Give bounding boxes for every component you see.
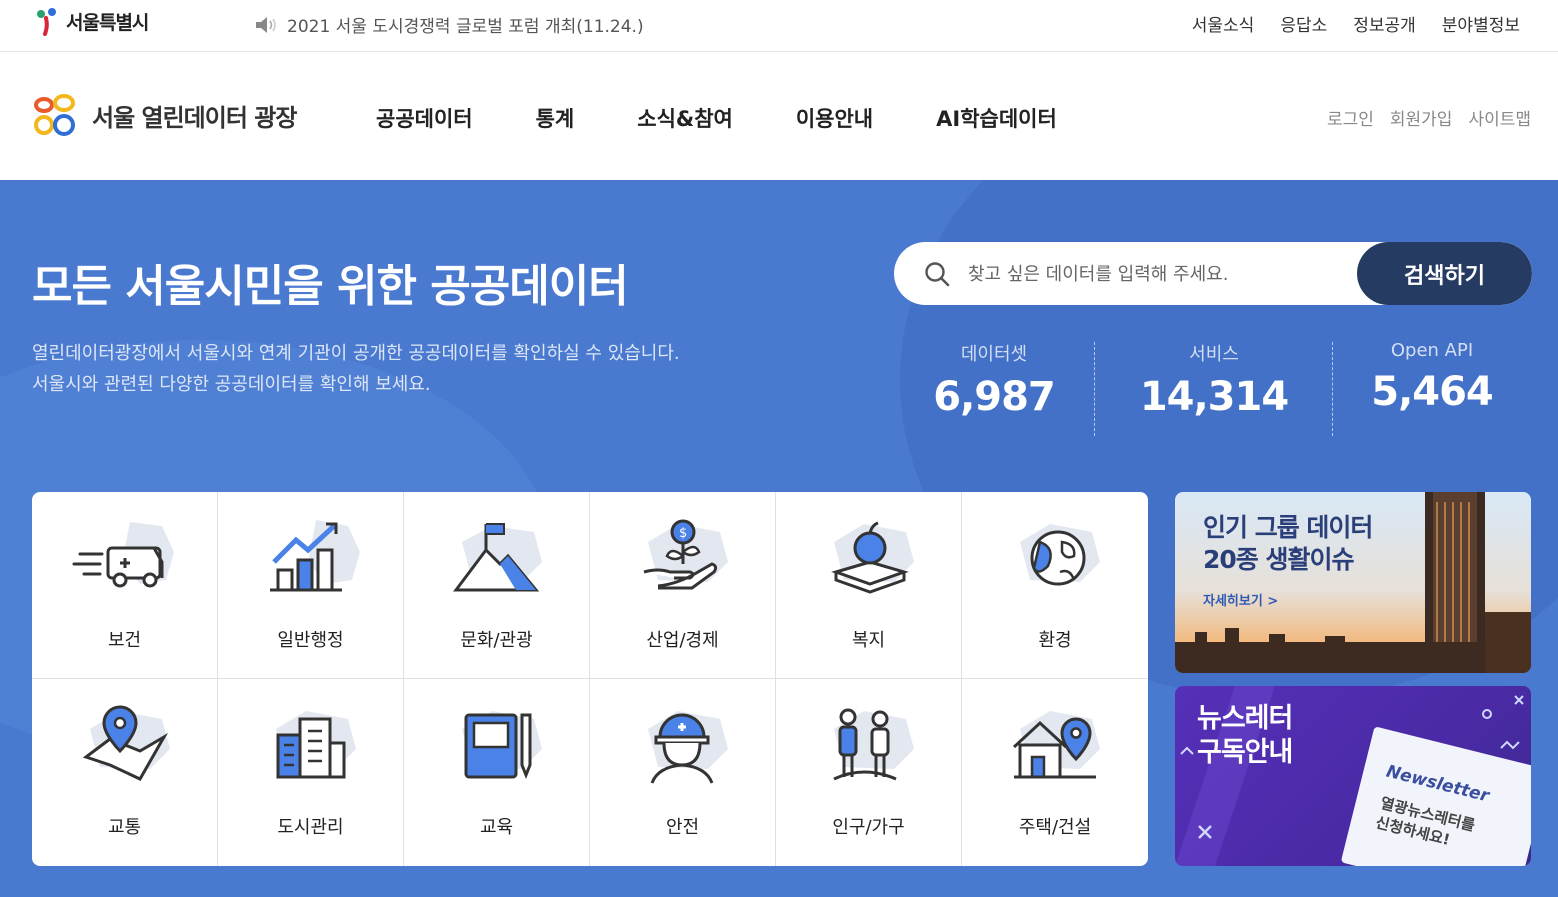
stat-value: 6,987: [933, 374, 1056, 420]
category-education[interactable]: 교육: [404, 679, 590, 866]
popular-data-banner[interactable]: 인기 그룹 데이터 20종 생활이슈 자세히보기 >: [1175, 492, 1531, 673]
hero-description: 열린데이터광장에서 서울시와 연계 기관이 공개한 공공데이터를 확인하실 수 …: [32, 338, 680, 400]
stat-divider: [1332, 342, 1333, 436]
mountain-flag-icon: [452, 523, 542, 592]
search-icon: [925, 262, 950, 287]
helmet-icon: [647, 711, 728, 784]
category-label: 안전: [665, 817, 700, 838]
map-pin-icon: [82, 705, 170, 781]
category-urban-management[interactable]: 도시관리: [218, 679, 404, 866]
sitemap-link[interactable]: 사이트맵: [1468, 105, 1531, 130]
house-pin-icon: [1012, 711, 1100, 779]
newsletter-banner[interactable]: 뉴스레터 구독안내 Newsletter 열광뉴스레터를 신청하세요!: [1175, 686, 1531, 866]
notebook-icon: [461, 711, 542, 780]
popular-title-line-2: 20종 생활이슈: [1203, 545, 1355, 574]
popular-banner-title: 인기 그룹 데이터 20종 생활이슈: [1203, 512, 1373, 576]
hero-desc-line-1: 열린데이터광장에서 서울시와 연계 기관이 공개한 공공데이터를 확인하실 수 …: [32, 343, 680, 364]
nav-ai-data[interactable]: AI학습데이터: [936, 103, 1057, 133]
hero-section: 모든 서울시민을 위한 공공데이터 열린데이터광장에서 서울시와 연계 기관이 …: [0, 180, 1558, 897]
category-label: 일반행정: [277, 630, 344, 651]
stat-datasets[interactable]: 데이터셋 6,987: [914, 340, 1074, 420]
stat-label: 데이터셋: [960, 344, 1028, 365]
category-grid: 보건 일반행정 문화/관광 $ 산업/경제 복지 환경 교통 도시관리 교육 안…: [32, 492, 1148, 866]
globe-leaf-icon: [1020, 524, 1100, 586]
category-label: 교통: [107, 817, 142, 838]
open-data-logo-icon: [34, 94, 75, 136]
hero-title: 모든 서울시민을 위한 공공데이터: [32, 261, 629, 312]
top-link-news[interactable]: 서울소식: [1192, 11, 1255, 36]
category-population[interactable]: 인구/가구: [776, 679, 962, 866]
svg-text:$: $: [679, 526, 687, 541]
search-button[interactable]: 검색하기: [1357, 242, 1532, 305]
category-label: 보건: [107, 630, 142, 651]
category-label: 인구/가구: [832, 817, 905, 838]
category-housing[interactable]: 주택/건설: [962, 679, 1148, 866]
newsletter-banner-title: 뉴스레터 구독안내: [1197, 702, 1293, 770]
category-industry-economy[interactable]: $ 산업/경제: [590, 492, 776, 679]
stat-divider: [1094, 342, 1095, 436]
stat-label: 서비스: [1189, 344, 1239, 365]
category-label: 문화/관광: [460, 630, 533, 651]
seoul-city-logo[interactable]: 서울특별시: [32, 6, 149, 36]
top-bar: 서울특별시 2021 서울 도시경쟁력 글로벌 포럼 개최(11.24.) 서울…: [0, 0, 1558, 52]
category-label: 환경: [1038, 630, 1072, 651]
nav-statistics[interactable]: 통계: [536, 103, 575, 133]
nav-public-data[interactable]: 공공데이터: [376, 103, 473, 133]
stat-label: Open API: [1390, 340, 1474, 361]
top-link-eungdapso[interactable]: 응답소: [1280, 11, 1327, 36]
notice-ticker[interactable]: 2021 서울 도시경쟁력 글로벌 포럼 개최(11.24.): [255, 12, 644, 37]
category-label: 도시관리: [277, 817, 344, 838]
newsletter-title-line-2: 구독안내: [1197, 737, 1293, 768]
brand-logo[interactable]: 서울 열린데이터 광장: [32, 91, 297, 139]
category-health[interactable]: 보건: [32, 492, 218, 679]
login-link[interactable]: 로그인: [1327, 105, 1374, 130]
popular-more-link[interactable]: 자세히보기 >: [1203, 590, 1278, 609]
top-link-fields[interactable]: 분야별정보: [1442, 11, 1520, 36]
main-header: 서울 열린데이터 광장 공공데이터 통계 소식&참여 이용안내 AI학습데이터 …: [0, 53, 1558, 180]
nav-guide[interactable]: 이용안내: [796, 103, 873, 133]
newsletter-title-line-1: 뉴스레터: [1197, 703, 1293, 734]
category-environment[interactable]: 환경: [962, 492, 1148, 679]
category-label: 산업/경제: [646, 630, 719, 651]
search-input[interactable]: 찾고 싶은 데이터를 입력해 주세요.: [968, 260, 1228, 286]
category-traffic[interactable]: 교통: [32, 679, 218, 866]
top-links: 서울소식 응답소 정보공개 분야별정보: [1192, 11, 1520, 36]
stats-panel: 데이터셋 6,987 서비스 14,314 Open API 5,464: [894, 340, 1532, 440]
stat-value: 5,464: [1371, 369, 1494, 415]
money-plant-icon: $: [643, 519, 728, 590]
signup-link[interactable]: 회원가입: [1390, 105, 1453, 130]
search-box: 찾고 싶은 데이터를 입력해 주세요. 검색하기: [894, 242, 1532, 305]
hero-desc-line-2: 서울시와 관련된 다양한 공공데이터를 확인해 보세요.: [32, 374, 431, 395]
category-culture-tourism[interactable]: 문화/관광: [404, 492, 590, 679]
category-label: 복지: [851, 630, 886, 651]
top-link-info[interactable]: 정보공개: [1353, 11, 1416, 36]
family-icon: [832, 708, 914, 781]
category-label: 교육: [479, 817, 514, 838]
stat-services[interactable]: 서비스 14,314: [1134, 340, 1294, 420]
nav-news-participation[interactable]: 소식&참여: [637, 103, 733, 133]
stat-value: 14,314: [1139, 374, 1289, 420]
category-general-admin[interactable]: 일반행정: [218, 492, 404, 679]
brand-text: 서울 열린데이터 광장: [92, 103, 297, 132]
building-icon: [275, 711, 356, 779]
chart-icon: [269, 520, 360, 592]
stat-open-api[interactable]: Open API 5,464: [1352, 340, 1512, 415]
category-safety[interactable]: 안전: [590, 679, 776, 866]
notice-text: 2021 서울 도시경쟁력 글로벌 포럼 개최(11.24.): [287, 17, 644, 37]
category-label: 주택/건설: [1018, 817, 1092, 838]
main-nav: 공공데이터 통계 소식&참여 이용안내 AI학습데이터: [376, 103, 1120, 133]
seoul-logo-text: 서울특별시: [66, 11, 149, 34]
popular-title-line-1: 인기 그룹 데이터: [1203, 513, 1373, 542]
util-links: 로그인 회원가입 사이트맵: [1327, 105, 1531, 130]
category-welfare[interactable]: 복지: [776, 492, 962, 679]
seoul-logo-icon: [37, 8, 56, 36]
apple-book-icon: [830, 521, 914, 594]
ambulance-icon: [72, 522, 174, 588]
speaker-icon: [256, 16, 276, 33]
